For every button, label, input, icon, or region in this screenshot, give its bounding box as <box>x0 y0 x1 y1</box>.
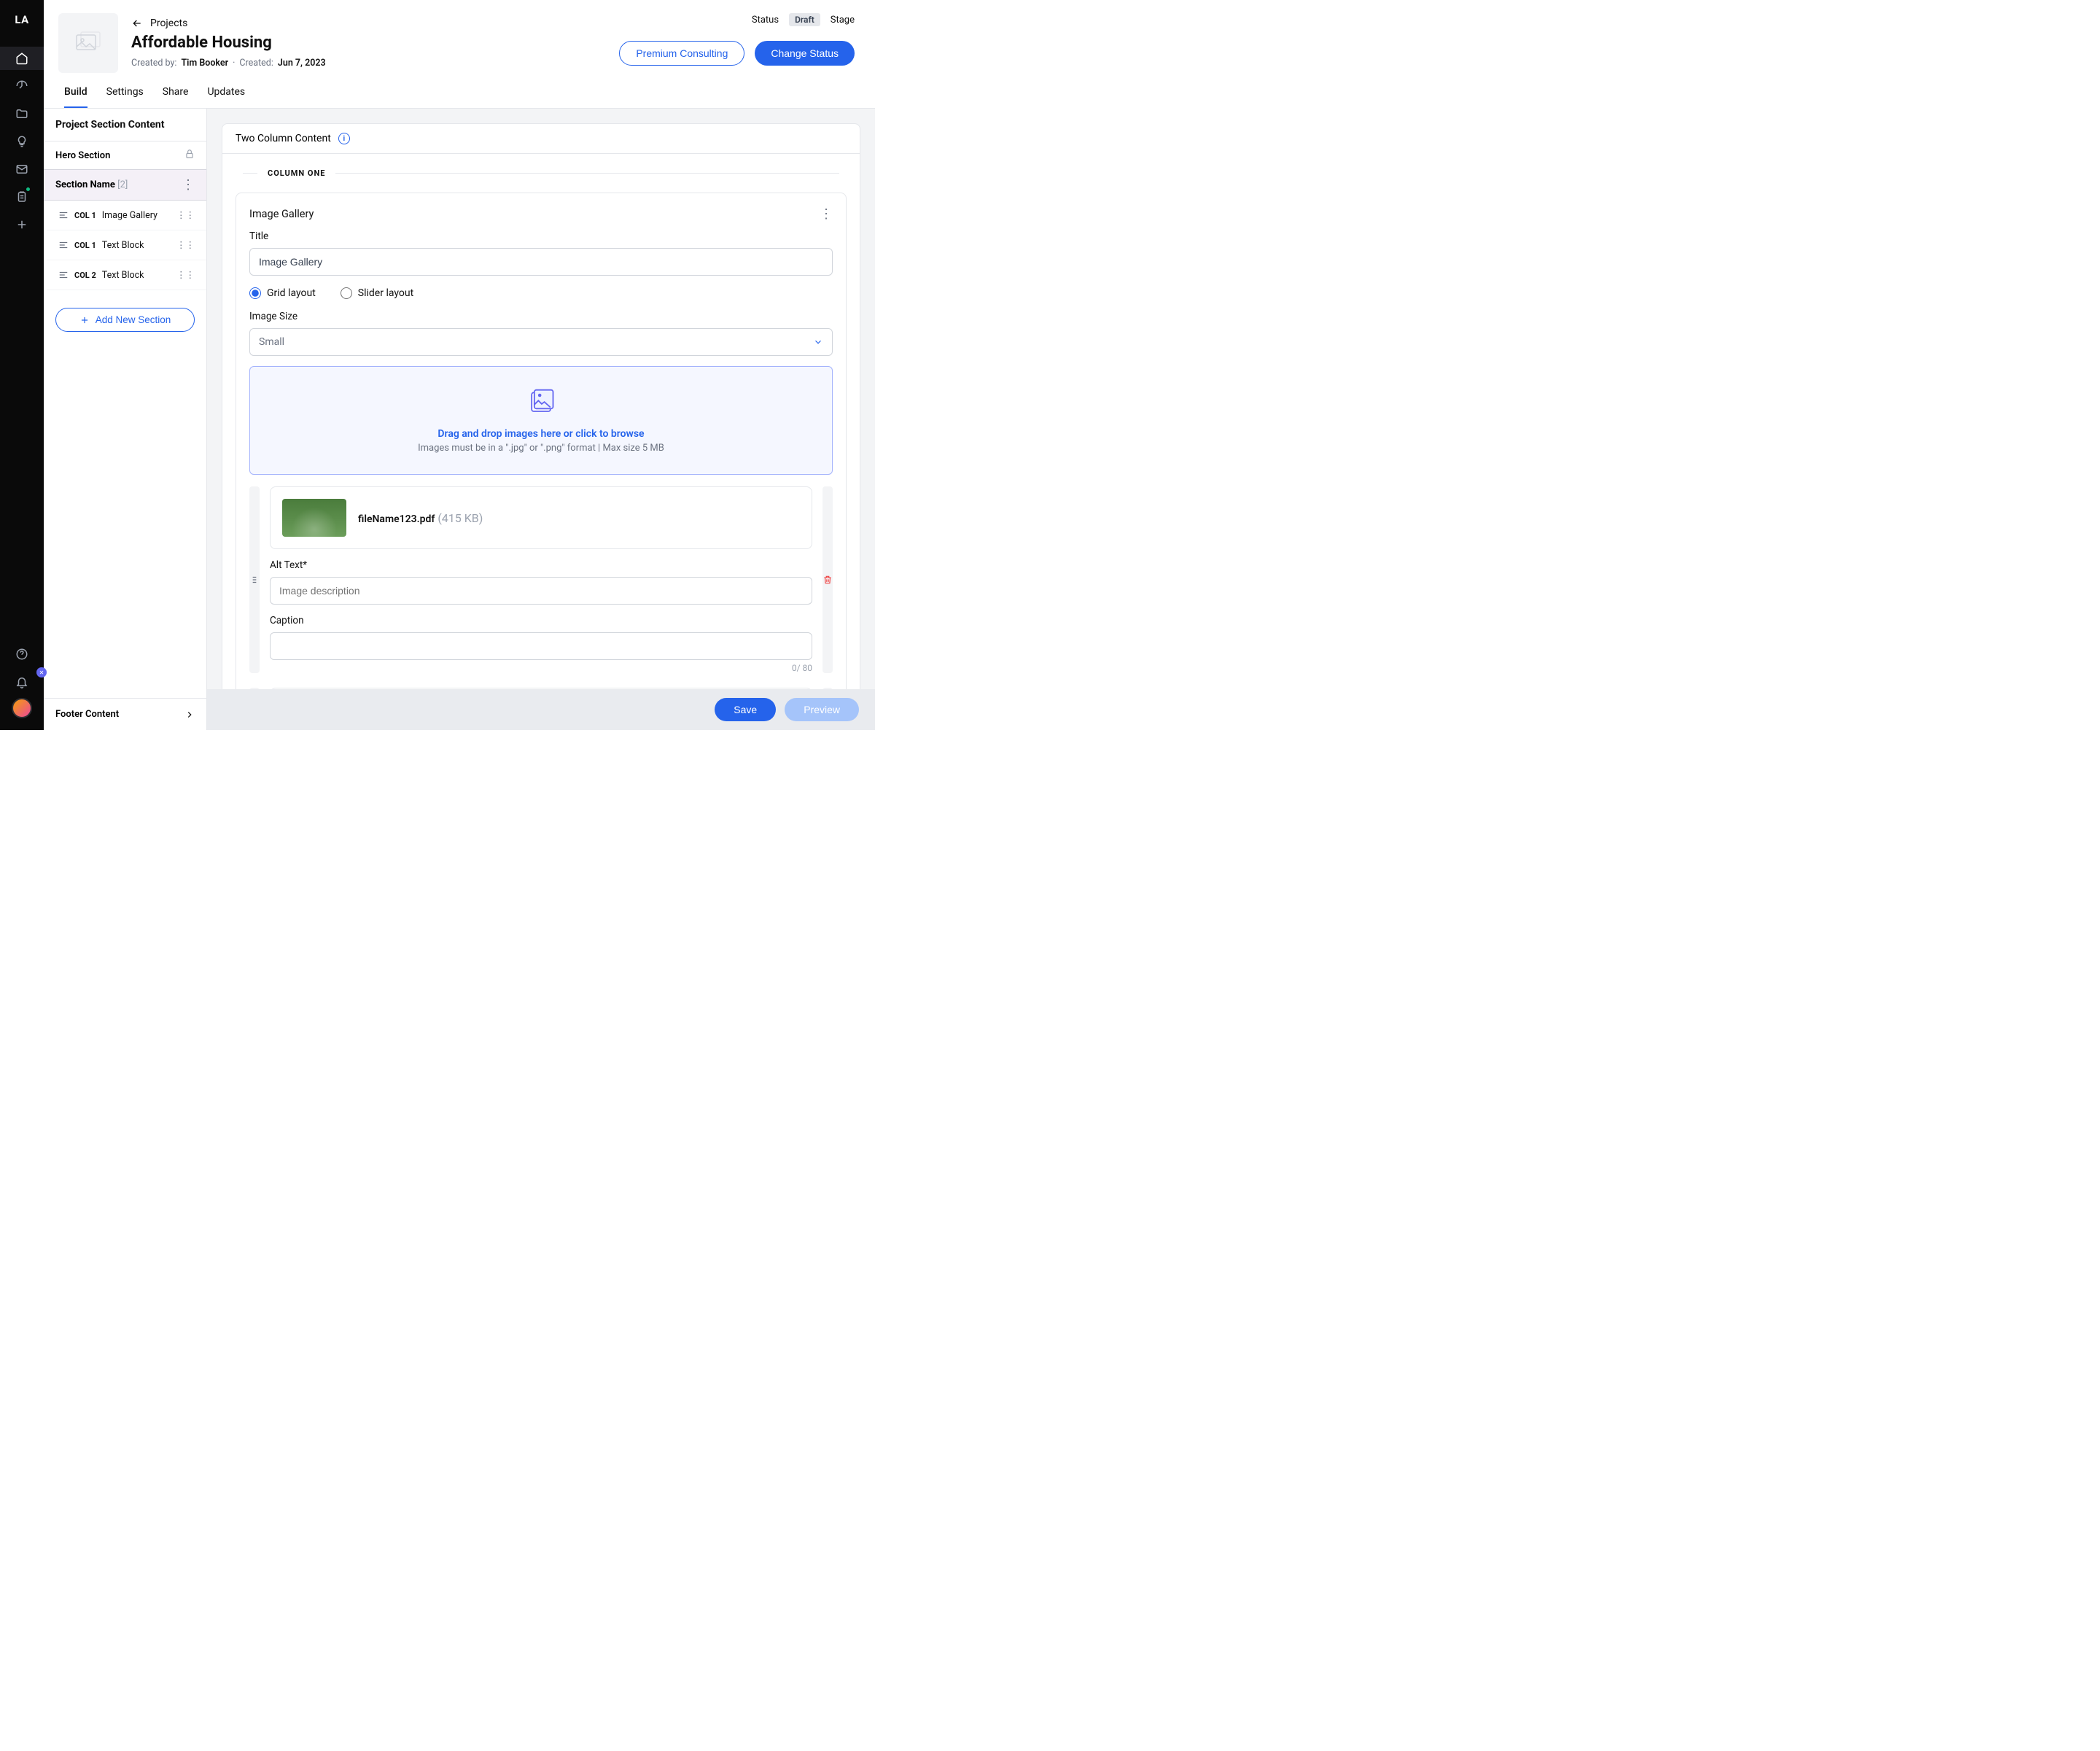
drag-handle-icon[interactable]: ⋮⋮ <box>176 269 195 281</box>
sidebar-hero-section[interactable]: Hero Section <box>44 141 206 169</box>
sidebar-col-item-0[interactable]: COL 1 Image Gallery ⋮⋮ <box>47 201 206 230</box>
nav-folder-icon[interactable] <box>0 102 44 125</box>
file-item-0: fileName123.pdf (415 KB) Alt Text* Capti… <box>249 486 833 673</box>
nav-rail: LA ✕ <box>0 0 44 730</box>
sidebar-col-item-1[interactable]: COL 1 Text Block ⋮⋮ <box>47 230 206 260</box>
radio-slider-layout[interactable]: Slider layout <box>341 287 413 299</box>
page-meta: Created by: Tim Booker · Created: Jun 7,… <box>131 58 606 69</box>
drag-handle-icon[interactable]: ⋮⋮ <box>176 209 195 221</box>
align-left-icon <box>58 270 69 280</box>
arrow-left-icon <box>131 18 143 29</box>
radio-grid-layout[interactable]: Grid layout <box>249 287 316 299</box>
section-sidebar: Project Section Content Hero Section Sec… <box>44 109 207 730</box>
lock-icon <box>184 149 195 162</box>
drag-handle-icon[interactable]: ⋮⋮ <box>176 239 195 251</box>
nav-home-icon[interactable] <box>0 47 44 70</box>
sidebar-col-item-2[interactable]: COL 2 Text Block ⋮⋮ <box>47 260 206 290</box>
content-card: Two Column Content i COLUMN ONE Image Ga… <box>222 123 860 730</box>
tab-settings[interactable]: Settings <box>106 86 144 108</box>
card-title: Two Column Content <box>236 133 331 144</box>
gallery-section-title: Image Gallery <box>249 208 314 220</box>
breadcrumb[interactable]: Projects <box>131 18 606 29</box>
project-thumbnail <box>58 13 118 73</box>
nav-add-icon[interactable] <box>0 213 44 236</box>
nav-clipboard-icon[interactable] <box>0 185 44 209</box>
nav-mail-icon[interactable] <box>0 158 44 181</box>
plus-icon <box>79 315 90 325</box>
title-input[interactable] <box>249 248 833 276</box>
nav-dashboard-icon[interactable] <box>0 74 44 98</box>
tab-build[interactable]: Build <box>64 86 88 108</box>
chevron-right-icon <box>184 710 195 720</box>
kebab-icon[interactable]: ⋮ <box>182 177 195 193</box>
breadcrumb-label: Projects <box>150 18 187 29</box>
alt-text-input[interactable] <box>270 577 812 605</box>
save-button[interactable]: Save <box>715 698 776 721</box>
add-section-button[interactable]: Add New Section <box>55 308 195 332</box>
title-label: Title <box>249 230 833 242</box>
kebab-icon[interactable]: ⋮ <box>820 206 833 222</box>
tabs: Build Settings Share Updates <box>44 73 875 109</box>
status-label: Status <box>752 15 779 26</box>
reorder-handle[interactable] <box>249 486 260 673</box>
chevron-down-icon <box>813 337 823 347</box>
alt-text-label: Alt Text* <box>270 559 812 571</box>
action-bar: Save Preview <box>207 689 875 730</box>
file-name: fileName123.pdf <box>358 513 435 525</box>
sidebar-footer-content[interactable]: Footer Content <box>44 698 206 730</box>
file-thumbnail <box>282 499 346 537</box>
notification-dot <box>26 187 31 192</box>
preview-button[interactable]: Preview <box>785 698 859 721</box>
notification-badge: ✕ <box>36 667 47 678</box>
sidebar-heading: Project Section Content <box>44 109 206 141</box>
file-size: (415 KB) <box>438 511 483 525</box>
column-label: COLUMN ONE <box>268 168 325 178</box>
sidebar-section-name[interactable]: Section Name [2] ⋮ <box>44 169 206 201</box>
stage-label[interactable]: Stage <box>831 15 855 26</box>
caption-input[interactable] <box>270 632 812 660</box>
app-logo: LA <box>15 13 28 26</box>
image-size-select[interactable]: Small <box>249 328 833 356</box>
nav-bell-icon[interactable]: ✕ <box>0 670 44 694</box>
align-left-icon <box>58 210 69 220</box>
align-left-icon <box>58 240 69 250</box>
page-header: Projects Affordable Housing Created by: … <box>44 0 875 73</box>
image-upload-icon <box>525 387 557 419</box>
caption-label: Caption <box>270 615 812 626</box>
image-size-label: Image Size <box>249 311 833 322</box>
change-status-button[interactable]: Change Status <box>755 41 855 66</box>
content-area: Two Column Content i COLUMN ONE Image Ga… <box>207 109 875 730</box>
status-badge: Draft <box>789 13 820 26</box>
delete-file-button[interactable] <box>822 486 833 673</box>
page-title: Affordable Housing <box>131 34 606 52</box>
nav-help-icon[interactable] <box>0 642 44 666</box>
user-avatar[interactable] <box>12 698 32 718</box>
nav-ideas-icon[interactable] <box>0 130 44 153</box>
info-icon[interactable]: i <box>338 133 350 144</box>
premium-consulting-button[interactable]: Premium Consulting <box>619 41 744 66</box>
caption-char-count: 0/ 80 <box>270 663 812 673</box>
image-dropzone[interactable]: Drag and drop images here or click to br… <box>249 366 833 475</box>
tab-share[interactable]: Share <box>163 86 189 108</box>
tab-updates[interactable]: Updates <box>207 86 245 108</box>
trash-icon <box>822 575 833 585</box>
